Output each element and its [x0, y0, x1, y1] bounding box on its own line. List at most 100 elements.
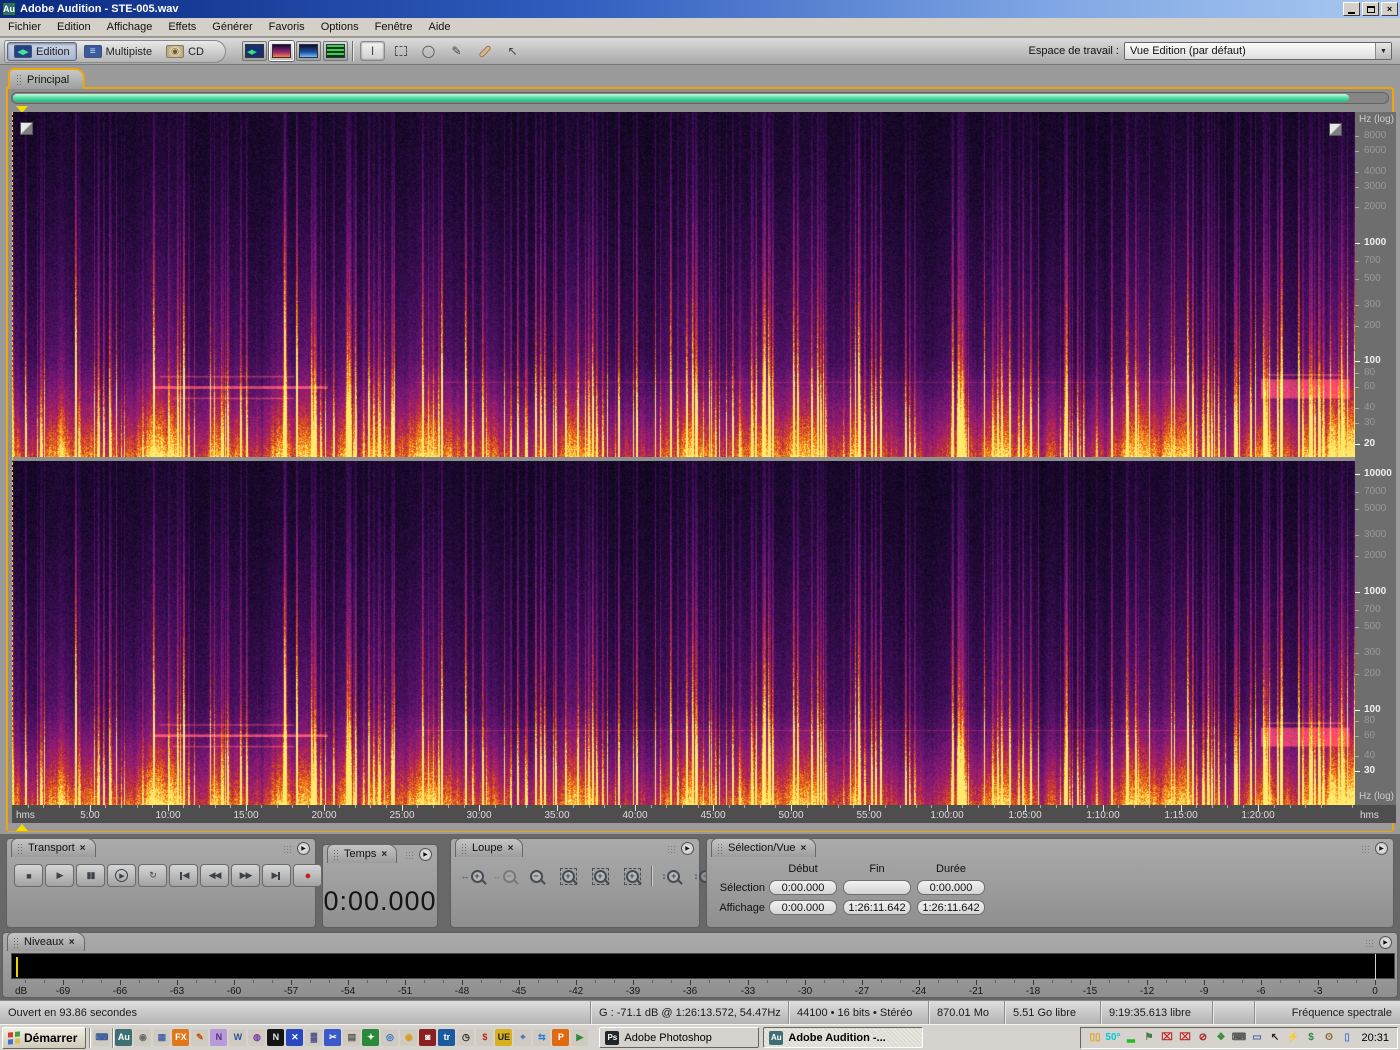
cursor-tray-icon[interactable]: ↖: [1267, 1030, 1282, 1045]
fast-forward-button[interactable]: ▶▶: [231, 864, 260, 887]
zoom-out-horizontal-button[interactable]: ↔ −: [491, 865, 517, 887]
restore-button[interactable]: [1362, 2, 1379, 16]
mouse-tray-icon[interactable]: ʘ: [1321, 1030, 1336, 1045]
fx-app-icon[interactable]: FX: [172, 1029, 190, 1046]
menu-item-edition[interactable]: Edition: [49, 19, 99, 35]
zoom-out-full-button[interactable]: −: [523, 865, 549, 887]
waveform-view-button[interactable]: [242, 41, 267, 61]
horizontal-scrollbar[interactable]: [11, 92, 1389, 104]
spectrogram-right-channel[interactable]: [12, 461, 1355, 805]
audition-app-icon[interactable]: Au: [115, 1029, 133, 1046]
cd-mode-button[interactable]: ◉ CD: [159, 42, 211, 61]
zoom-selection-left-button[interactable]: +: [587, 865, 613, 887]
update-icon[interactable]: ▶: [571, 1029, 589, 1046]
x-tools-icon[interactable]: ✕: [286, 1029, 304, 1046]
close-icon[interactable]: ×: [508, 843, 514, 854]
time-selection-tool[interactable]: I: [360, 41, 385, 61]
snip-tool-icon[interactable]: ✂: [324, 1029, 342, 1046]
menu-item-generer[interactable]: Générer: [204, 19, 260, 35]
sync-icon[interactable]: ⇆: [533, 1029, 551, 1046]
meter-tray-icon[interactable]: ▯▯: [1087, 1030, 1102, 1045]
spectral-view-button[interactable]: [269, 41, 294, 61]
ue-icon[interactable]: UE: [495, 1029, 513, 1046]
menu-item-fenetre[interactable]: Fenêtre: [367, 19, 421, 35]
frequency-ruler[interactable]: Hz (log) 8000 6000 4000 3000 2000 1000 700 500 30…: [1355, 112, 1396, 805]
selection-duree-field[interactable]: 0:00.000: [917, 880, 985, 895]
go-to-start-button[interactable]: ◀: [169, 864, 198, 887]
menu-item-options[interactable]: Options: [313, 19, 367, 35]
menu-item-effets[interactable]: Effets: [160, 19, 204, 35]
display-tray-icon[interactable]: ▭: [1249, 1030, 1264, 1045]
green-app-icon[interactable]: ✦: [362, 1029, 380, 1046]
media-player-icon[interactable]: ◉: [134, 1029, 152, 1046]
network-off-icon[interactable]: ⌧: [1159, 1030, 1174, 1045]
level-meter[interactable]: [11, 953, 1395, 980]
task-button-adobe-photoshop[interactable]: Ps Adobe Photoshop: [599, 1027, 760, 1048]
rewind-button[interactable]: ◀◀: [200, 864, 229, 887]
db-ruler[interactable]: dB -69 -66 -63 -60 -57 -54 -51 -48 -45 -42 -39 -36 -3…: [11, 980, 1395, 998]
minimize-button[interactable]: [1343, 2, 1360, 16]
close-icon[interactable]: ×: [69, 937, 75, 948]
keyboard-icon[interactable]: ⌨: [93, 1029, 111, 1046]
affichage-debut-field[interactable]: 0:00.000: [769, 900, 837, 915]
word-icon[interactable]: W: [229, 1029, 247, 1046]
burn-cd-icon[interactable]: ◉: [400, 1029, 418, 1046]
close-button[interactable]: ×: [1381, 2, 1398, 16]
selection-debut-field[interactable]: 0:00.000: [769, 880, 837, 895]
panel-menu-button[interactable]: ▶: [1379, 936, 1392, 949]
selection-fin-field[interactable]: [843, 880, 911, 895]
tab-transport[interactable]: Transport ×: [11, 838, 96, 857]
zoom-in-vertical-button[interactable]: ↕ +: [658, 865, 684, 887]
close-icon[interactable]: ×: [80, 843, 86, 854]
scrollbar-thumb[interactable]: [13, 94, 1349, 102]
title-bar[interactable]: Au Adobe Audition - STE-005.wav ×: [0, 0, 1400, 18]
affichage-duree-field[interactable]: 1:26:11.642: [917, 900, 985, 915]
pointer-app-icon[interactable]: ⌖: [514, 1029, 532, 1046]
globe-icon[interactable]: ◎: [381, 1029, 399, 1046]
blocked-tray-icon[interactable]: ⊘: [1195, 1030, 1210, 1045]
input-tray-icon[interactable]: ⌨: [1231, 1030, 1246, 1045]
panel-menu-button[interactable]: ▶: [681, 842, 694, 855]
network-off2-icon[interactable]: ⌧: [1177, 1030, 1192, 1045]
pdf-icon[interactable]: P: [552, 1029, 570, 1046]
painter-icon[interactable]: ✎: [191, 1029, 209, 1046]
traktor-icon[interactable]: tr: [438, 1029, 456, 1046]
spectrogram-left-channel[interactable]: [12, 112, 1355, 457]
planet-browser-icon[interactable]: ◍: [248, 1029, 266, 1046]
start-button[interactable]: Démarrer: [2, 1026, 87, 1049]
status-bar-tray-icon[interactable]: ▂: [1123, 1030, 1138, 1045]
scale-corner-button-top-right[interactable]: [1329, 123, 1342, 136]
timer-icon[interactable]: ◷: [457, 1029, 475, 1046]
flag-tray-icon[interactable]: ⚑: [1141, 1030, 1156, 1045]
calculator-icon[interactable]: ▦: [153, 1029, 171, 1046]
menu-item-aide[interactable]: Aide: [421, 19, 459, 35]
panel-menu-button[interactable]: ▶: [297, 842, 310, 855]
workspace-dropdown[interactable]: Vue Edition (par défaut) ▼: [1124, 42, 1392, 60]
menu-item-affichage[interactable]: Affichage: [99, 19, 161, 35]
currency-tray-icon[interactable]: $: [1303, 1030, 1318, 1045]
tab-principal[interactable]: Principal: [8, 68, 86, 89]
scale-corner-button-top-left[interactable]: [20, 122, 33, 135]
loop-play-button[interactable]: ↻: [138, 864, 167, 887]
temperature-tray-icon[interactable]: 50°: [1105, 1030, 1120, 1045]
playhead-marker-bottom[interactable]: [16, 824, 28, 831]
chevron-down-icon[interactable]: ▼: [1375, 43, 1391, 59]
zoom-to-selection-button[interactable]: +: [555, 865, 581, 887]
tab-niveaux[interactable]: Niveaux ×: [7, 932, 85, 951]
shield-tray-icon[interactable]: ❖: [1213, 1030, 1228, 1045]
close-icon[interactable]: ×: [381, 849, 387, 860]
go-to-end-button[interactable]: ▶: [262, 864, 291, 887]
record-button[interactable]: ●: [293, 864, 322, 887]
onenote-icon[interactable]: N: [210, 1029, 228, 1046]
tab-loupe[interactable]: Loupe ×: [455, 838, 524, 857]
tab-temps[interactable]: Temps ×: [327, 844, 398, 863]
camera-app-icon[interactable]: ◙: [419, 1029, 437, 1046]
power-alert-tray-icon[interactable]: ⚡: [1285, 1030, 1300, 1045]
multipiste-mode-button[interactable]: ≡ Multipiste: [77, 42, 159, 61]
channel-divider[interactable]: [12, 457, 1355, 461]
phase-view-button[interactable]: [323, 41, 348, 61]
stop-button[interactable]: ■: [14, 864, 43, 887]
sbp-icon[interactable]: $: [476, 1029, 494, 1046]
scrub-tool[interactable]: ↖: [500, 41, 525, 61]
close-icon[interactable]: ×: [800, 843, 806, 854]
